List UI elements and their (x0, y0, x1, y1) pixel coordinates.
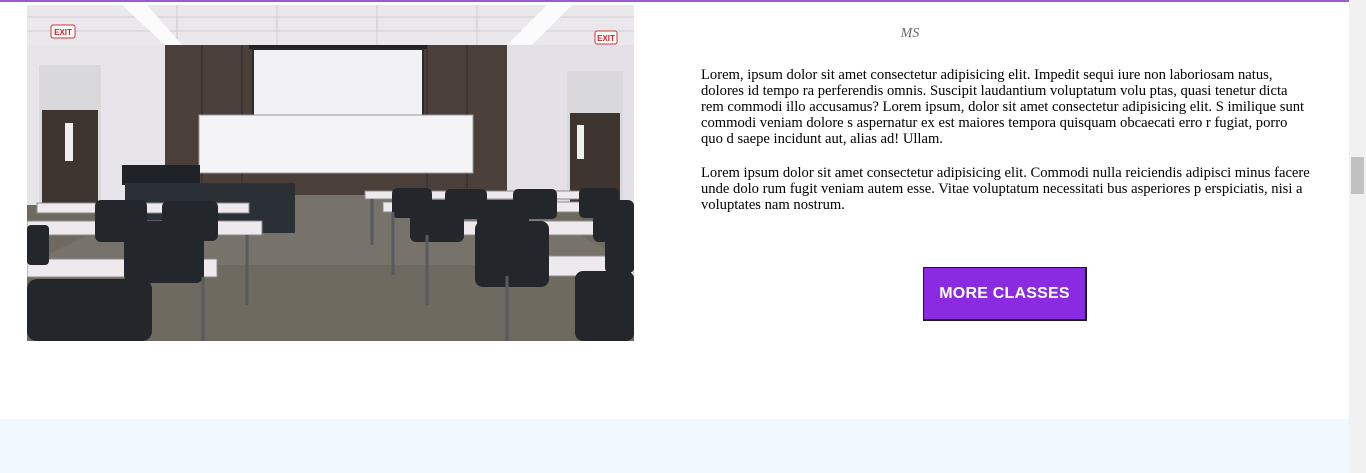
top-accent-line (0, 0, 1349, 2)
classroom-photo: EXIT EXIT (27, 5, 634, 341)
svg-text:EXIT: EXIT (54, 28, 72, 37)
description-paragraph-1: Lorem, ipsum dolor sit amet consectetur … (701, 67, 1305, 147)
exit-sign-left: EXIT (50, 24, 76, 39)
scrollbar-thumb[interactable] (1351, 157, 1364, 194)
svg-text:EXIT: EXIT (597, 34, 615, 43)
photo-caption: MS (900, 26, 920, 41)
more-classes-button[interactable]: MORE CLASSES (923, 267, 1087, 321)
vertical-scrollbar[interactable] (1349, 0, 1366, 473)
class-description: Lorem, ipsum dolor sit amet consectetur … (701, 67, 1311, 231)
footer-section (0, 419, 1349, 473)
exit-sign-right: EXIT (594, 30, 618, 45)
description-paragraph-2: Lorem ipsum dolor sit amet consectetur a… (701, 165, 1310, 213)
